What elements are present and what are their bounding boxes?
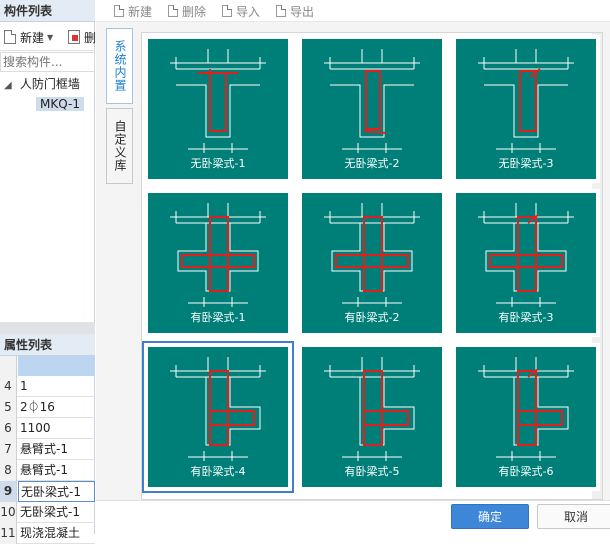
thumbnail-item[interactable]: 有卧梁式-5	[298, 343, 446, 491]
thumbnail-label: 无卧梁式-3	[499, 156, 554, 170]
rebar-diagram: 有卧梁式-2	[302, 193, 442, 333]
thumbnail-label: 有卧梁式-5	[345, 464, 400, 478]
tab-system-builtin[interactable]: 系统内置	[106, 28, 133, 104]
property-row-number: 9	[0, 481, 17, 502]
property-row-value[interactable]: 1	[20, 376, 95, 397]
property-row-value[interactable]: 2⏀16	[20, 397, 95, 418]
thumbnail-item[interactable]: 无卧梁式-3	[452, 35, 600, 183]
property-row-value[interactable]: 悬臂式-1	[20, 460, 95, 481]
library-new-button[interactable]: 新建	[114, 3, 152, 19]
thumbnail-item[interactable]: 有卧梁式-1	[144, 189, 292, 337]
rebar-diagram: 有卧梁式-4	[148, 347, 288, 487]
property-row-number: 7	[0, 439, 17, 460]
thumbnail-label: 有卧梁式-1	[191, 310, 246, 324]
rebar-diagram: 无卧梁式-3	[456, 39, 596, 179]
ok-button[interactable]: 确定	[451, 504, 529, 529]
thumbnail-label: 有卧梁式-6	[499, 464, 554, 478]
rebar-diagram: 无卧梁式-2	[302, 39, 442, 179]
property-row-value[interactable]: 1100	[20, 418, 95, 439]
property-row-value[interactable]: 无卧梁式-1	[20, 502, 95, 523]
property-header-row	[0, 356, 95, 376]
thumbnail-item[interactable]: 有卧梁式-3	[452, 189, 600, 337]
component-list-title: 构件列表	[0, 0, 95, 22]
chevron-down-icon[interactable]: ▼	[47, 33, 53, 42]
library-delete-button[interactable]: 删除	[168, 3, 206, 19]
property-row-value[interactable]: 悬臂式-1	[20, 439, 95, 460]
library-export-label: 导出	[290, 4, 315, 19]
tree-collapse-icon[interactable]: ◢	[4, 76, 16, 96]
component-toolbar: 新建 ▼ 删	[0, 23, 96, 51]
delete-icon	[168, 5, 178, 17]
property-header-num	[0, 356, 17, 376]
property-row[interactable]: 9 无卧梁式-1	[0, 481, 95, 502]
library-new-label: 新建	[128, 4, 153, 19]
tree-item-mkq-1[interactable]: MKQ-1	[36, 94, 84, 114]
property-row-number: 5	[0, 397, 17, 418]
rebar-diagram: 有卧梁式-6	[456, 347, 596, 487]
thumbnail-grid: 无卧梁式-1 无卧梁式-2 无卧梁式-3 有卧梁式-1 有卧梁式-2 有卧梁式-3 有卧梁式…	[141, 32, 603, 500]
tab-custom-library[interactable]: 自定义库	[106, 108, 133, 184]
library-body: 系统内置 自定义库 无卧梁式-1 无卧梁式-2 无卧梁式-3 有卧梁式-1 有卧梁式-2…	[96, 22, 610, 500]
property-row-number: 10	[0, 502, 17, 523]
component-delete-label: 删	[84, 30, 97, 45]
import-icon	[222, 5, 232, 17]
property-row[interactable]: 10 无卧梁式-1	[0, 502, 95, 523]
property-row[interactable]: 41	[0, 376, 95, 397]
thumbnail-label: 无卧梁式-2	[345, 156, 400, 170]
thumbnail-item[interactable]: 有卧梁式-4	[142, 341, 294, 493]
dialog-footer: 确定 取消	[96, 500, 610, 534]
property-row-number: 4	[0, 376, 17, 397]
component-search-input[interactable]	[0, 52, 95, 72]
property-row[interactable]: 7 悬臂式-1	[0, 439, 95, 460]
tree-item-label: MKQ-1	[36, 97, 84, 111]
dialog-root: 构件列表 新建 ▼ 删 ◢ 人防门框墙 MKQ-1 属性列表 4152⏀166	[0, 0, 610, 544]
thumbnail-item[interactable]: 无卧梁式-2	[298, 35, 446, 183]
property-row[interactable]: 6 1100	[0, 418, 95, 439]
thumbnail-label: 无卧梁式-1	[191, 156, 246, 170]
property-row-number: 6	[0, 418, 17, 439]
cancel-button[interactable]: 取消	[537, 504, 610, 529]
property-row[interactable]: 5 2⏀16	[0, 397, 95, 418]
rebar-diagram: 有卧梁式-3	[456, 193, 596, 333]
property-row-number: 8	[0, 460, 17, 481]
component-new-button[interactable]: 新建 ▼	[4, 28, 53, 46]
left-panel: 构件列表 新建 ▼ 删 ◢ 人防门框墙 MKQ-1 属性列表 4152⏀166	[0, 0, 96, 544]
panel-splitter[interactable]	[0, 322, 95, 334]
library-import-label: 导入	[236, 4, 261, 19]
property-list-title: 属性列表	[0, 334, 95, 356]
library-delete-label: 删除	[182, 4, 207, 19]
thumbnail-item[interactable]: 无卧梁式-1	[144, 35, 292, 183]
tree-group-label: 人防门框墙	[19, 77, 80, 91]
property-row-value[interactable]: 无卧梁式-1	[18, 481, 95, 502]
rebar-diagram: 有卧梁式-1	[148, 193, 288, 333]
thumbnail-label: 有卧梁式-4	[191, 464, 246, 478]
thumbnail-label: 有卧梁式-3	[499, 310, 554, 324]
component-new-label: 新建	[20, 30, 45, 45]
library-export-button[interactable]: 导出	[276, 3, 314, 19]
component-delete-button[interactable]: 删	[68, 28, 96, 46]
library-toolbar: 新建 删除 导入 导出	[96, 0, 610, 22]
export-icon	[276, 5, 286, 17]
new-file-icon	[114, 5, 124, 17]
thumbnail-item[interactable]: 有卧梁式-2	[298, 189, 446, 337]
library-import-button[interactable]: 导入	[222, 3, 260, 19]
tree-group-node[interactable]: ◢ 人防门框墙	[4, 74, 80, 94]
property-row[interactable]: 8 悬臂式-1	[0, 460, 95, 481]
thumbnail-label: 有卧梁式-2	[345, 310, 400, 324]
rebar-diagram: 有卧梁式-5	[302, 347, 442, 487]
property-header-value	[18, 356, 95, 376]
new-file-icon	[4, 30, 16, 44]
delete-icon	[68, 30, 80, 44]
thumbnail-item[interactable]: 有卧梁式-6	[452, 343, 600, 491]
rebar-diagram: 无卧梁式-1	[148, 39, 288, 179]
